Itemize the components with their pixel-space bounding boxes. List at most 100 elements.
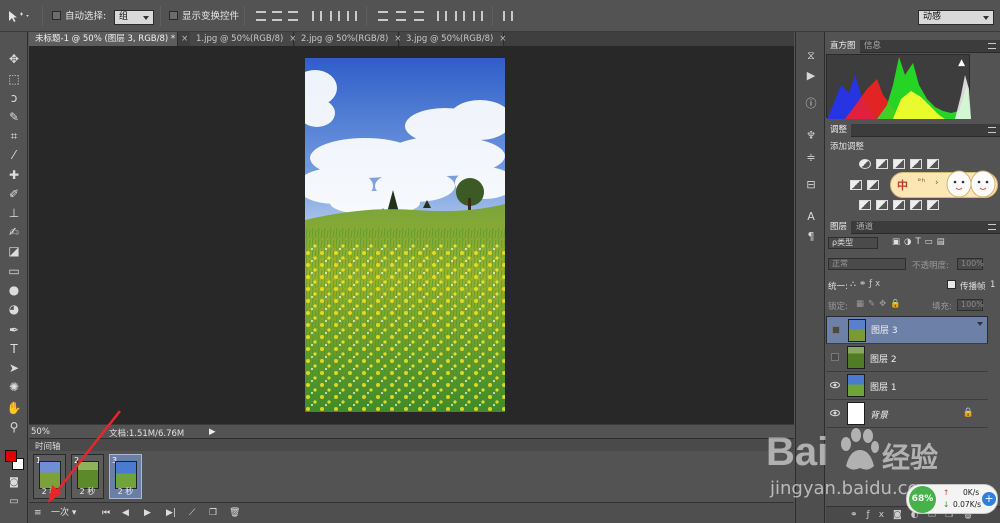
zoom-tool-icon[interactable]: ⚲ <box>6 420 22 434</box>
distribute-right-icon[interactable] <box>473 11 483 21</box>
tab-2-jpg[interactable]: 2.jpg @ 50%(RGB/8) × <box>295 32 401 46</box>
invert-icon[interactable] <box>859 200 871 210</box>
panel-menu-icon[interactable] <box>988 127 996 133</box>
clone-source-icon[interactable]: ⊟ <box>805 179 817 191</box>
workspace-dropdown[interactable]: 动感 <box>918 10 994 25</box>
eye-icon[interactable] <box>830 408 840 418</box>
panel-menu-icon[interactable] <box>988 224 996 230</box>
tween-icon[interactable]: ⟋ <box>189 508 195 519</box>
close-icon[interactable]: × <box>499 34 506 44</box>
auto-select-dropdown[interactable]: 组 <box>114 10 154 25</box>
tool-presets-icon[interactable]: ≑ <box>805 152 817 164</box>
tab-1-jpg[interactable]: 1.jpg @ 50%(RGB/8) × <box>190 32 296 46</box>
paragraph-icon[interactable]: ¶ <box>805 231 817 243</box>
delete-frame-icon[interactable]: 🗑 <box>229 508 240 519</box>
info-icon[interactable]: ⓘ <box>805 98 817 110</box>
document-canvas[interactable] <box>305 58 505 412</box>
shape-tool-icon[interactable]: ✺ <box>6 380 22 394</box>
path-select-tool-icon[interactable]: ➤ <box>6 361 22 375</box>
color-balance-icon[interactable] <box>867 180 879 190</box>
type-tool-icon[interactable]: T <box>6 342 22 356</box>
layer-filter-dropdown[interactable]: ρ类型 <box>828 237 878 249</box>
loop-options-dropdown[interactable]: 一次 ▾ <box>51 508 91 519</box>
dodge-tool-icon[interactable]: ◕ <box>6 302 22 316</box>
align-bottom-icon[interactable] <box>288 11 298 21</box>
ime-mode-label[interactable]: 中 <box>897 177 908 193</box>
previous-frame-icon[interactable]: ◀ <box>122 508 129 519</box>
distribute-bottom-icon[interactable] <box>414 11 424 21</box>
vibrance-icon[interactable] <box>927 159 939 169</box>
move-tool-preset-icon[interactable] <box>6 9 32 25</box>
distribute-vcenter-icon[interactable] <box>396 11 406 21</box>
layer-name[interactable]: 图层 2 <box>870 352 897 365</box>
tab-untitled-1[interactable]: 未标题-1 @ 50% (图层 3, RGB/8) * × <box>29 32 188 46</box>
lasso-tool-icon[interactable]: ↄ <box>6 91 22 105</box>
align-top-icon[interactable] <box>256 11 266 21</box>
layer-row-3[interactable]: 图层 3 <box>826 316 988 344</box>
filter-icons[interactable]: ▣◑T▭▤ <box>892 237 949 247</box>
panel-menu-icon[interactable] <box>988 43 996 49</box>
eyedropper-tool-icon[interactable]: ⁄ <box>6 148 22 162</box>
ime-arrow-icon[interactable]: › <box>935 178 939 188</box>
quick-select-tool-icon[interactable]: ✎ <box>6 110 22 124</box>
duplicate-frame-icon[interactable]: ❐ <box>209 508 217 519</box>
align-vcenter-icon[interactable] <box>272 11 282 21</box>
distribute-hcenter-icon[interactable] <box>455 11 465 21</box>
ime-toolbar[interactable]: 中 °ʰ › <box>890 170 998 198</box>
levels-icon[interactable] <box>876 159 888 169</box>
layer-name[interactable]: 图层 1 <box>870 380 897 393</box>
brush-tool-icon[interactable]: ✐ <box>6 187 22 201</box>
visibility-toggle[interactable] <box>832 326 840 334</box>
curves-icon[interactable] <box>893 159 905 169</box>
brightness-icon[interactable] <box>859 159 871 169</box>
memory-percent[interactable]: 68% <box>909 486 936 513</box>
ime-punct-icon[interactable]: °ʰ <box>917 178 925 188</box>
actions-play-icon[interactable]: ▶ <box>805 70 817 82</box>
layer-row-2[interactable]: 图层 2 <box>826 344 988 372</box>
warning-icon[interactable]: ▲ <box>958 58 965 68</box>
hue-saturation-icon[interactable] <box>850 180 862 190</box>
history-icon[interactable]: ⧖ <box>805 50 817 62</box>
opacity-field[interactable]: 100% <box>957 258 984 270</box>
posterize-icon[interactable] <box>876 200 888 210</box>
quick-mask-icon[interactable]: ◙ <box>6 476 22 490</box>
fill-field[interactable]: 100% <box>957 299 984 311</box>
blend-mode-dropdown[interactable]: 正常 <box>828 258 906 270</box>
status-menu-arrow-icon[interactable]: ▶ <box>209 427 216 437</box>
tab-layers[interactable]: 图层 <box>826 221 852 234</box>
hand-tool-icon[interactable]: ✋ <box>6 401 22 415</box>
network-speed-widget[interactable]: 68% ↑ 0K/s ↓ 0.07K/s + <box>906 484 998 514</box>
auto-select-checkbox[interactable]: 自动选择: <box>52 9 106 25</box>
show-transform-checkbox[interactable]: 显示变换控件 <box>169 9 239 25</box>
unify-icons[interactable]: ⛬⚭ƒx <box>850 279 883 289</box>
brush-preset-icon[interactable]: ♆ <box>805 130 817 142</box>
visibility-toggle[interactable] <box>831 353 839 361</box>
eraser-tool-icon[interactable]: ◪ <box>6 244 22 258</box>
move-tool-icon[interactable]: ✥ <box>6 52 22 66</box>
pen-tool-icon[interactable]: ✒ <box>6 323 22 337</box>
eye-icon[interactable] <box>830 380 840 390</box>
selective-color-icon[interactable] <box>927 200 939 210</box>
history-brush-tool-icon[interactable]: ✍ <box>6 225 22 239</box>
layer-row-1[interactable]: 图层 1 <box>826 372 988 400</box>
distribute-left-icon[interactable] <box>437 11 447 21</box>
align-right-icon[interactable] <box>347 11 357 21</box>
exposure-icon[interactable] <box>910 159 922 169</box>
lock-icons[interactable]: ▦✎✥🔒 <box>856 299 905 309</box>
first-frame-icon[interactable]: ⏮ <box>102 508 110 519</box>
canvas-area[interactable] <box>29 46 794 424</box>
distribute-top-icon[interactable] <box>378 11 388 21</box>
gradient-tool-icon[interactable]: ▭ <box>6 264 22 278</box>
tab-3-jpg[interactable]: 3.jpg @ 50%(RGB/8) × <box>400 32 506 46</box>
next-frame-icon[interactable]: ▶| <box>166 508 176 519</box>
blur-tool-icon[interactable]: ● <box>6 283 22 297</box>
convert-timeline-icon[interactable]: ≡ <box>34 508 42 519</box>
layer-name[interactable]: 图层 3 <box>871 325 898 338</box>
tab-info[interactable]: 信息 <box>860 40 885 53</box>
align-hcenter-icon[interactable] <box>330 11 340 21</box>
screen-mode-icon[interactable]: ▭ <box>6 495 22 509</box>
character-icon[interactable]: A <box>805 211 817 223</box>
align-left-icon[interactable] <box>312 11 322 21</box>
foreground-color-swatch[interactable] <box>5 450 17 462</box>
tab-channels[interactable]: 通道 <box>852 221 877 234</box>
